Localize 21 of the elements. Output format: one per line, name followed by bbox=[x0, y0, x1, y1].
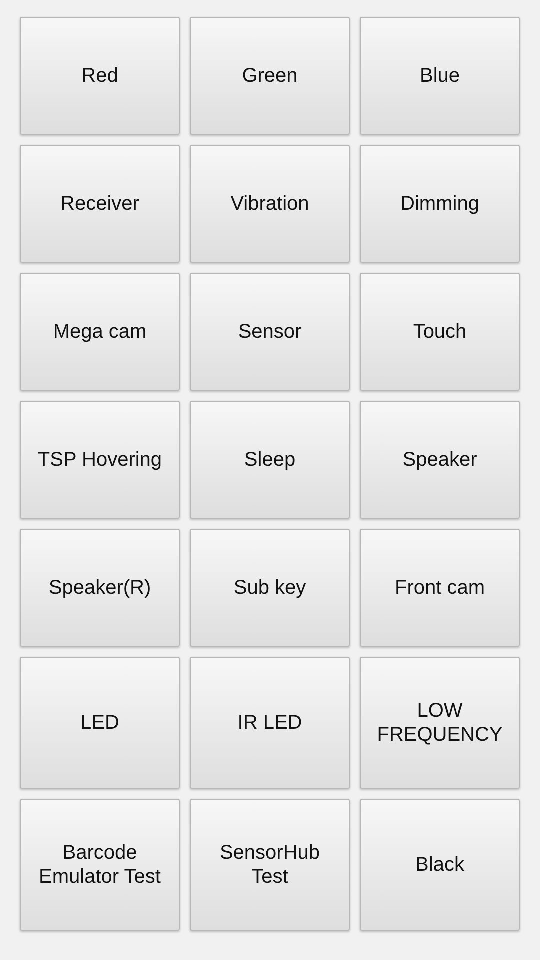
test-button[interactable]: TSP Hovering bbox=[20, 401, 180, 519]
test-button[interactable]: LOW FREQUENCY bbox=[360, 657, 520, 789]
test-button[interactable]: Green bbox=[190, 17, 350, 135]
test-button[interactable]: LED bbox=[20, 657, 180, 789]
test-button[interactable]: SensorHub Test bbox=[190, 799, 350, 931]
test-button[interactable]: Sleep bbox=[190, 401, 350, 519]
test-button[interactable]: Red bbox=[20, 17, 180, 135]
test-button[interactable]: Vibration bbox=[190, 145, 350, 263]
test-button[interactable]: Blue bbox=[360, 17, 520, 135]
test-button[interactable]: Dimming bbox=[360, 145, 520, 263]
test-button[interactable]: Mega cam bbox=[20, 273, 180, 391]
test-button[interactable]: Barcode Emulator Test bbox=[20, 799, 180, 931]
test-button[interactable]: Touch bbox=[360, 273, 520, 391]
test-button[interactable]: Sub key bbox=[190, 529, 350, 647]
test-button[interactable]: Speaker bbox=[360, 401, 520, 519]
test-button[interactable]: Speaker(R) bbox=[20, 529, 180, 647]
test-button[interactable]: Sensor bbox=[190, 273, 350, 391]
test-button[interactable]: IR LED bbox=[190, 657, 350, 789]
test-button[interactable]: Receiver bbox=[20, 145, 180, 263]
test-button[interactable]: Front cam bbox=[360, 529, 520, 647]
test-button[interactable]: Black bbox=[360, 799, 520, 931]
